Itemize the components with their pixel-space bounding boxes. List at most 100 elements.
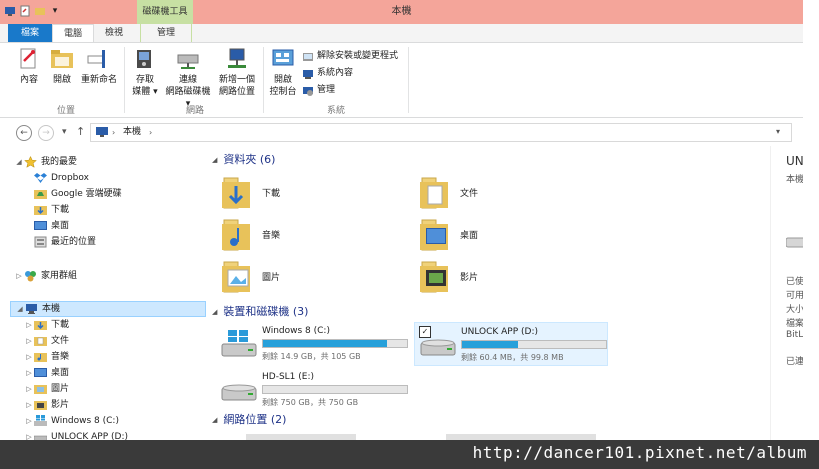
documents-folder-icon bbox=[420, 177, 448, 209]
expand-arrow-icon[interactable]: ▷ bbox=[24, 317, 34, 333]
homegroup-icon bbox=[25, 271, 36, 282]
videos-folder-icon bbox=[420, 261, 448, 293]
drive-item-c[interactable]: Windows 8 (C:) 剩餘 14.9 GB，共 105 GB bbox=[216, 322, 410, 366]
nav-pc-music[interactable]: ▷ 音樂 bbox=[24, 349, 69, 365]
section-folders[interactable]: ◢ 資料夾 (6) bbox=[212, 152, 275, 168]
expand-arrow-icon[interactable]: ▷ bbox=[24, 381, 34, 397]
nav-pc-drive-d[interactable]: ▷ UNLOCK APP (D:) bbox=[24, 429, 128, 440]
nav-desktop[interactable]: 桌面 bbox=[24, 218, 69, 234]
watermark-text: http://dancer101.pixnet.net/album bbox=[472, 443, 807, 462]
expand-arrow-icon[interactable]: ▷ bbox=[24, 365, 34, 381]
nav-google-drive[interactable]: Google 雲端硬碟 bbox=[24, 186, 122, 202]
expand-arrow-icon[interactable]: ▷ bbox=[14, 268, 24, 284]
folder-label: 影片 bbox=[460, 273, 479, 283]
folder-item[interactable]: 影片 bbox=[418, 258, 578, 298]
drive-usage-fill bbox=[263, 340, 387, 347]
expand-arrow-icon[interactable]: ▷ bbox=[24, 349, 34, 365]
documents-folder-icon bbox=[34, 337, 47, 346]
expand-arrow-icon[interactable]: ▷ bbox=[24, 413, 34, 429]
drive-free-space: 剩餘 14.9 GB，共 105 GB bbox=[262, 352, 361, 361]
recent-locations-dropdown[interactable]: ▾ bbox=[62, 125, 67, 139]
tab-manage[interactable]: 管理 bbox=[140, 24, 192, 42]
expand-arrow-icon[interactable]: ◢ bbox=[14, 154, 24, 170]
navigation-pane: ◢ 我的最愛 Dropbox Google 雲端硬碟 下載 桌面 最近的位置 ▷… bbox=[0, 146, 206, 440]
system-properties-button[interactable]: 系統內容 bbox=[302, 66, 353, 81]
system-icon bbox=[302, 68, 314, 80]
section-network[interactable]: ◢ 網路位置 (2) bbox=[212, 412, 286, 428]
expand-arrow-icon[interactable]: ◢ bbox=[15, 301, 25, 317]
nav-recent[interactable]: 最近的位置 bbox=[24, 234, 96, 250]
drive-usage-bar bbox=[262, 385, 408, 394]
star-icon bbox=[24, 156, 37, 168]
folder-label: 音樂 bbox=[262, 231, 281, 241]
add-network-location-button[interactable]: 新增一個 網路位置 bbox=[216, 47, 258, 98]
details-pane: UN 本機 已使 可用 大小 檔案 BitL 已連 bbox=[780, 146, 803, 440]
rename-button[interactable]: 重新命名 bbox=[78, 47, 120, 86]
expand-arrow-icon[interactable]: ▷ bbox=[24, 429, 34, 440]
nav-pc-videos[interactable]: ▷ 影片 bbox=[24, 397, 69, 413]
drive-item-d[interactable]: ✓ UNLOCK APP (D:) 剩餘 60.4 MB，共 99.8 MB bbox=[414, 322, 608, 366]
collapse-arrow-icon[interactable]: ◢ bbox=[212, 412, 217, 428]
navigation-bar: ← → ▾ ↑ › 本機 › ▾ bbox=[0, 120, 803, 144]
up-button[interactable]: ↑ bbox=[76, 125, 85, 139]
nav-downloads[interactable]: 下載 bbox=[24, 202, 69, 218]
nav-pc-documents[interactable]: ▷ 文件 bbox=[24, 333, 69, 349]
tab-file[interactable]: 檔案 bbox=[8, 24, 52, 42]
back-button[interactable]: ← bbox=[16, 125, 32, 141]
collapse-arrow-icon[interactable]: ◢ bbox=[212, 304, 217, 320]
drive-item-e[interactable]: HD-SL1 (E:) 剩餘 750 GB，共 750 GB bbox=[216, 368, 410, 412]
breadcrumb-this-pc[interactable]: 本機 bbox=[123, 124, 141, 141]
breadcrumb-chevron-icon[interactable]: › bbox=[112, 124, 115, 141]
details-field: 已連 bbox=[786, 357, 803, 367]
desktop-folder-icon bbox=[420, 219, 448, 251]
open-button[interactable]: 開啟 bbox=[46, 47, 78, 86]
drive-usage-bar bbox=[262, 339, 408, 348]
drive-usage-fill bbox=[462, 341, 519, 348]
control-panel-icon bbox=[272, 49, 294, 66]
expand-arrow-icon[interactable]: ▷ bbox=[24, 333, 34, 349]
ribbon: 內容 開啟 重新命名 位置 存取 媒體 ▾ 連線 網路磁碟機 ▾ 新增一個 網路… bbox=[0, 42, 803, 118]
drive-free-space: 剩餘 60.4 MB，共 99.8 MB bbox=[461, 353, 564, 362]
watermark-bar: http://dancer101.pixnet.net/album bbox=[0, 440, 819, 469]
folder-item[interactable]: 桌面 bbox=[418, 216, 578, 256]
uninstall-programs-button[interactable]: 解除安裝或變更程式 bbox=[302, 49, 398, 64]
ribbon-tabs: 檔案 電腦 檢視 管理 bbox=[0, 24, 803, 43]
ribbon-separator bbox=[124, 47, 125, 113]
tab-view[interactable]: 檢視 bbox=[96, 24, 132, 42]
nav-homegroup[interactable]: ▷ 家用群組 bbox=[14, 268, 77, 284]
downloads-folder-icon bbox=[34, 321, 47, 330]
properties-button[interactable]: 內容 bbox=[12, 47, 46, 86]
manage-button[interactable]: 管理 bbox=[302, 83, 335, 98]
forward-button[interactable]: → bbox=[38, 125, 54, 141]
drive-icon bbox=[34, 435, 47, 440]
nav-dropbox[interactable]: Dropbox bbox=[24, 170, 89, 186]
access-media-button[interactable]: 存取 媒體 ▾ bbox=[128, 47, 162, 98]
section-devices[interactable]: ◢ 裝置和磁碟機 (3) bbox=[212, 304, 308, 320]
folder-item[interactable]: 圖片 bbox=[220, 258, 380, 298]
nav-pc-desktop[interactable]: ▷ 桌面 bbox=[24, 365, 69, 381]
nav-this-pc[interactable]: ◢ 本機 bbox=[10, 301, 206, 317]
videos-folder-icon bbox=[34, 401, 47, 410]
rename-icon bbox=[87, 50, 105, 68]
nav-pc-drive-c[interactable]: ▷ Windows 8 (C:) bbox=[24, 413, 119, 429]
open-control-panel-button[interactable]: 開啟 控制台 bbox=[266, 47, 300, 98]
details-field: 可用 bbox=[786, 291, 803, 301]
address-bar[interactable]: › 本機 › bbox=[90, 123, 792, 142]
folder-label: 文件 bbox=[460, 189, 479, 199]
downloads-folder-icon bbox=[222, 177, 250, 209]
right-margin bbox=[803, 0, 819, 440]
folder-item[interactable]: 音樂 bbox=[220, 216, 380, 256]
folder-item[interactable]: 下載 bbox=[220, 174, 380, 214]
nav-pc-pictures[interactable]: ▷ 圖片 bbox=[24, 381, 69, 397]
tab-computer[interactable]: 電腦 bbox=[52, 24, 94, 43]
details-field: 大小 bbox=[786, 305, 803, 315]
nav-pc-downloads[interactable]: ▷ 下載 bbox=[24, 317, 69, 333]
collapse-arrow-icon[interactable]: ◢ bbox=[212, 152, 217, 168]
address-dropdown[interactable]: ▾ bbox=[776, 123, 780, 140]
drive-free-space: 剩餘 750 GB，共 750 GB bbox=[262, 398, 359, 407]
expand-arrow-icon[interactable]: ▷ bbox=[24, 397, 34, 413]
nav-favorites[interactable]: ◢ 我的最愛 bbox=[14, 154, 77, 170]
map-network-drive-button[interactable]: 連線 網路磁碟機 ▾ bbox=[162, 47, 214, 110]
folder-item[interactable]: 文件 bbox=[418, 174, 578, 214]
breadcrumb-chevron-icon[interactable]: › bbox=[149, 124, 152, 141]
